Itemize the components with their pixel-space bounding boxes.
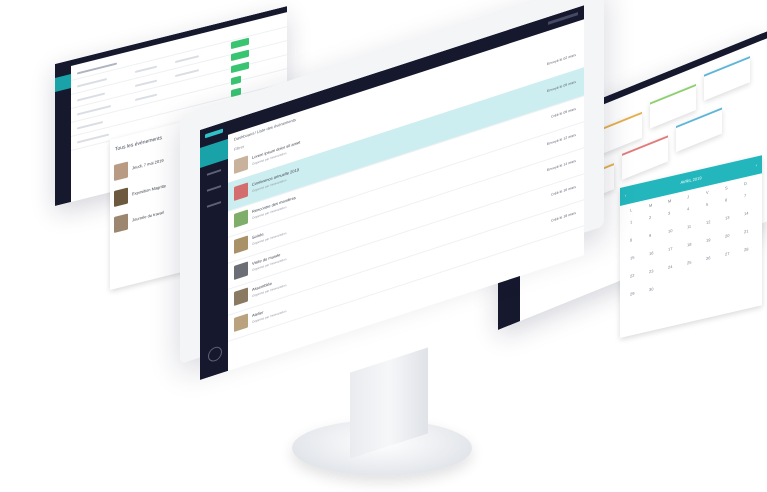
list-item-label: Journée du travail [132,209,164,223]
calendar-day[interactable]: 30 [649,286,653,292]
weekday-label: M [668,198,672,204]
calendar-day[interactable]: 26 [706,255,710,261]
calendar-day[interactable]: 1 [630,219,632,225]
event-thumbnail [234,209,248,228]
row-status: Envoyé le 14 mars [547,158,576,173]
filter-label[interactable]: Filtrer [234,144,244,152]
events-list-title: Tous les évènements [115,135,162,153]
event-thumbnail [234,182,248,201]
calendar-day[interactable]: 20 [725,233,729,239]
list-item-label: Exposition Magritte [132,183,167,197]
calendar-day[interactable]: 11 [687,224,691,230]
calendar-day[interactable]: 10 [668,228,672,234]
event-thumbnail [114,187,128,208]
weekday-label: S [725,185,728,191]
calendar-card: ‹ AVRIL 2019 › L M M J V S D 1 2 3 4 5 6… [620,155,762,338]
row-status: Envoyé le 12 mars [547,132,576,147]
row-status: Créé le 09 mars [551,106,576,119]
event-thumbnail [114,213,128,234]
calendar-day[interactable]: 8 [630,237,632,243]
user-avatar-icon[interactable] [208,344,222,364]
calendar-day[interactable]: 5 [706,202,708,208]
calendar-day[interactable]: 12 [706,219,710,225]
calendar-day[interactable]: 14 [744,210,748,216]
sidebar-item[interactable] [207,185,221,192]
weekday-label: V [706,189,709,196]
event-thumbnail [234,313,248,332]
calendar-day[interactable]: 9 [649,233,651,239]
event-thumbnail [234,261,248,280]
left-sidebar-active-item[interactable] [55,74,71,92]
calendar-day[interactable]: 29 [630,291,634,297]
weekday-label: L [630,207,633,213]
chevron-right-icon[interactable]: › [756,156,757,174]
calendar-day[interactable]: 23 [649,268,653,274]
calendar-day[interactable]: 24 [668,264,672,270]
event-thumbnail [234,287,248,306]
list-item-label: Jeudi, 7 mai 2019 [132,157,164,171]
weekday-label: J [687,194,689,200]
calendar-day[interactable]: 17 [668,246,672,252]
calendar-day[interactable]: 13 [725,215,729,221]
row-status: Créé le 18 mars [551,210,576,223]
row-status: Envoyé le 02 mars [547,52,576,67]
calendar-month: AVRIL 2019 [680,175,702,186]
sticky-note [704,56,750,101]
calendar-day[interactable]: 22 [630,273,634,279]
calendar-day[interactable]: 21 [744,228,748,234]
chevron-left-icon[interactable]: ‹ [625,187,626,205]
sidebar-item[interactable] [207,201,221,208]
weekday-label: M [649,202,653,209]
row-status: Créé le 16 mars [551,184,576,197]
calendar-day[interactable]: 27 [725,251,729,257]
calendar-day[interactable]: 16 [649,250,653,256]
calendar-day[interactable]: 15 [630,255,634,261]
sidebar-item[interactable] [207,169,221,176]
weekday-label: D [744,180,747,187]
calendar-day[interactable]: 2 [649,215,651,221]
calendar-day[interactable]: 19 [706,237,710,243]
calendar-day[interactable]: 4 [687,206,689,212]
calendar-day[interactable]: 3 [668,210,670,216]
left-sidebar [55,60,71,206]
event-thumbnail [114,161,128,182]
calendar-day[interactable]: 6 [725,197,727,203]
event-thumbnail [234,155,248,174]
row-status: Envoyé le 09 mars [547,79,576,94]
app-logo [205,128,223,139]
calendar-day[interactable]: 7 [744,193,746,199]
calendar-day[interactable]: 28 [744,246,748,252]
main-sidebar [200,120,228,380]
mockup-scene: Tous les évènements Jeudi, 7 mai 2019 Ex… [0,0,767,492]
event-thumbnail [234,235,248,254]
calendar-day[interactable]: 25 [687,260,691,266]
calendar-day[interactable]: 18 [687,242,691,248]
sidebar-item-events[interactable] [200,138,228,168]
